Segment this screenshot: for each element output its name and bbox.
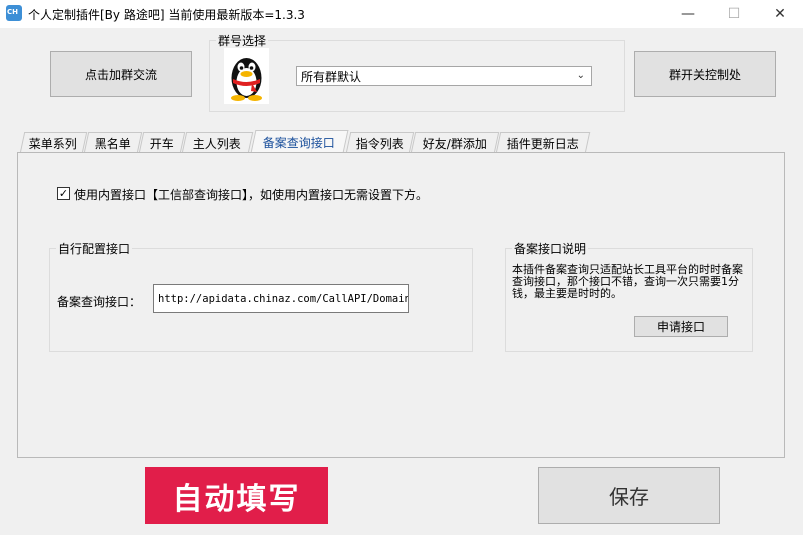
- maximize-icon: ☐: [727, 6, 741, 22]
- chevron-down-icon: ⌄: [576, 70, 585, 81]
- app-icon-text: CH: [7, 8, 18, 16]
- app-icon: CH: [6, 5, 22, 21]
- auto-fill-banner[interactable]: 自动填写: [145, 467, 328, 524]
- api-info-group-label: 备案接口说明: [512, 240, 589, 257]
- tab-update-log[interactable]: 插件更新日志: [495, 132, 591, 153]
- apply-api-button[interactable]: 申请接口: [634, 316, 728, 337]
- tab-command-list[interactable]: 指令列表: [345, 132, 415, 153]
- tab-friend-group-add[interactable]: 好友/群添加: [410, 132, 500, 153]
- query-api-label: 备案查询接口：: [57, 295, 142, 309]
- close-button[interactable]: ✕: [757, 0, 803, 28]
- custom-api-group-label: 自行配置接口: [56, 240, 133, 257]
- builtin-api-checkbox[interactable]: ✓: [57, 187, 70, 200]
- query-api-input[interactable]: http://apidata.chinaz.com/CallAPI/Domain…: [153, 284, 409, 313]
- window-title: 个人定制插件[By 路途吧] 当前使用最新版本=1.3.3: [28, 8, 305, 22]
- api-info-text: 本插件备案查询只适配站长工具平台的时时备案查询接口，那个接口不错，查询一次只需要…: [512, 263, 743, 300]
- tab-menu-series[interactable]: 菜单系列: [19, 132, 88, 153]
- minimize-button[interactable]: —: [665, 0, 711, 28]
- group-select-dropdown[interactable]: 所有群默认 ⌄: [296, 66, 592, 86]
- tab-icp-query-api[interactable]: 备案查询接口: [250, 130, 349, 153]
- tab-blacklist[interactable]: 黑名单: [83, 132, 143, 153]
- group-select-label: 群号选择: [216, 32, 269, 49]
- close-icon: ✕: [774, 6, 786, 22]
- group-switch-button[interactable]: 群开关控制处: [634, 51, 776, 97]
- minimize-icon: —: [681, 6, 695, 22]
- group-select-value: 所有群默认: [301, 69, 362, 84]
- qq-penguin-icon: [224, 48, 269, 104]
- tab-drive[interactable]: 开车: [138, 132, 186, 153]
- join-group-button[interactable]: 点击加群交流: [50, 51, 192, 97]
- builtin-api-label: 使用内置接口【工信部查询接口】，如使用内置接口无需设置下方。: [74, 188, 429, 202]
- save-button[interactable]: 保存: [538, 467, 720, 524]
- tab-master-list[interactable]: 主人列表: [181, 132, 254, 153]
- maximize-button[interactable]: ☐: [711, 0, 757, 28]
